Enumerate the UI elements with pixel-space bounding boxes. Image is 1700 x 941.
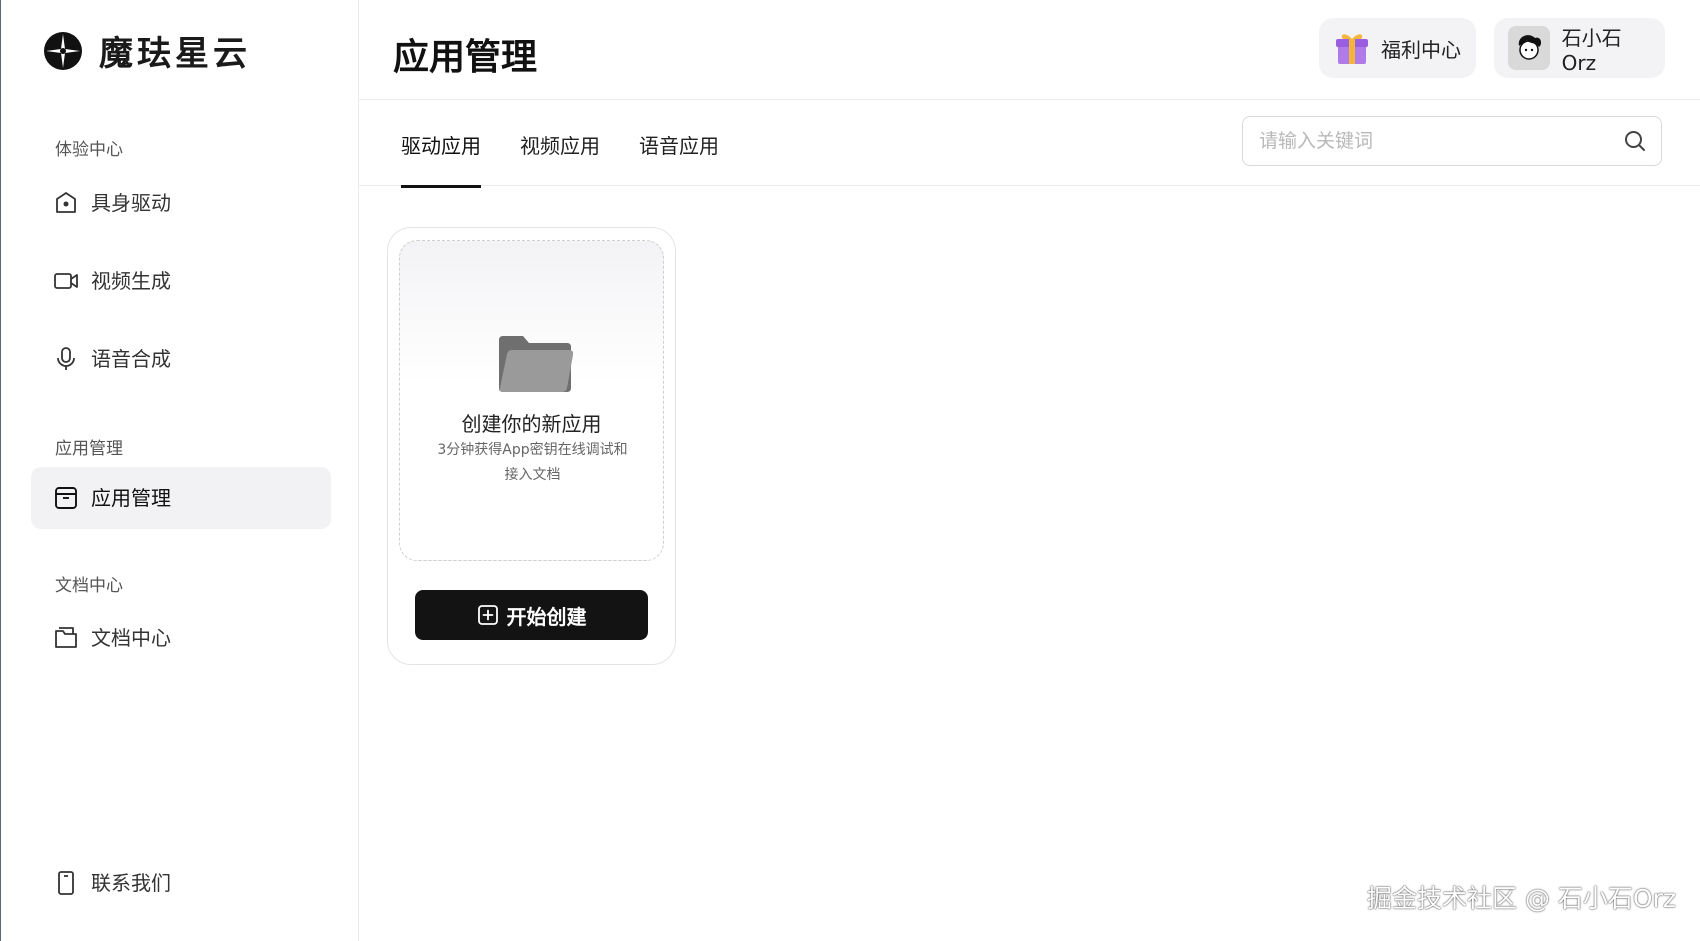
avatar-image (1518, 35, 1541, 60)
sidebar-item-label: 语音合成 (91, 347, 171, 371)
sidebar-item-video-generation[interactable]: 视频生成 (31, 250, 331, 312)
sidebar-item-docs[interactable]: 文档中心 (31, 607, 331, 669)
welfare-center-button[interactable]: 福利中心 (1319, 18, 1476, 78)
card-title: 创建你的新应用 (461, 412, 602, 436)
create-app-card: 创建你的新应用 3分钟获得App密钥在线调试和 接入文档 开始创建 (387, 227, 676, 665)
video-icon (54, 273, 78, 289)
sidebar-item-label: 联系我们 (91, 871, 171, 895)
sidebar-item-speech-synthesis[interactable]: 语音合成 (31, 328, 331, 390)
tab-video-apps[interactable]: 视频应用 (520, 130, 600, 185)
search-box (1242, 116, 1662, 166)
gift-icon (1336, 34, 1368, 64)
sidebar-item-embodied-drive[interactable]: 具身驱动 (31, 172, 331, 234)
microphone-icon (57, 347, 75, 370)
start-create-button[interactable]: 开始创建 (415, 590, 648, 640)
top-bar: 应用管理 福利中心 石小石Orz (359, 0, 1700, 100)
archive-box-icon (55, 487, 77, 509)
watermark: 掘金技术社区 @ 石小石Orz (1367, 884, 1676, 913)
brand-logo[interactable]: 魔珐星云 (43, 26, 251, 75)
app-window: 魔珐星云 体验中心 具身驱动 视频生成 语音合成 应用管理 应用管理 文档中心 … (1, 0, 1700, 941)
sidebar: 魔珐星云 体验中心 具身驱动 视频生成 语音合成 应用管理 应用管理 文档中心 … (1, 0, 359, 941)
welfare-center-label: 福利中心 (1381, 37, 1461, 62)
user-name: 石小石Orz (1561, 25, 1622, 75)
sidebar-item-label: 应用管理 (91, 486, 171, 510)
camera-icon (56, 192, 76, 213)
avatar (1508, 26, 1550, 70)
sidebar-item-app-management[interactable]: 应用管理 (31, 467, 331, 529)
main-content: 应用管理 福利中心 石小石Orz 驱动应用 视频应用 语音应用 请输入关键词 创… (359, 0, 1700, 941)
tab-drive-apps[interactable]: 驱动应用 (401, 130, 481, 188)
sidebar-item-label: 具身驱动 (91, 191, 171, 215)
create-app-dropzone[interactable]: 创建你的新应用 3分钟获得App密钥在线调试和 接入文档 (399, 240, 664, 561)
section-label-experience: 体验中心 (55, 140, 123, 160)
card-description: 3分钟获得App密钥在线调试和 接入文档 (420, 438, 645, 488)
tab-bar: 驱动应用 视频应用 语音应用 (359, 100, 1700, 188)
card-description-line: 3分钟获得App密钥在线调试和 (437, 442, 628, 458)
folder-icon (55, 627, 77, 648)
page-title: 应用管理 (393, 37, 538, 78)
search-icon[interactable] (1623, 129, 1647, 153)
start-create-label: 开始创建 (506, 604, 587, 629)
user-menu[interactable]: 石小石Orz (1494, 18, 1665, 78)
phone-icon (58, 871, 74, 895)
sidebar-item-contact-us[interactable]: 联系我们 (31, 852, 331, 914)
search-input[interactable] (1243, 117, 1623, 165)
card-description-line: 接入文档 (504, 467, 561, 483)
brand-logo-icon (44, 31, 82, 70)
sidebar-item-label: 视频生成 (91, 269, 171, 293)
brand-name: 魔珐星云 (99, 34, 251, 74)
folder-icon (499, 336, 574, 392)
sidebar-item-label: 文档中心 (91, 626, 171, 650)
section-label-docs: 文档中心 (55, 576, 123, 596)
plus-square-icon (477, 605, 498, 625)
tab-voice-apps[interactable]: 语音应用 (639, 130, 719, 185)
section-label-app-management: 应用管理 (55, 439, 123, 459)
